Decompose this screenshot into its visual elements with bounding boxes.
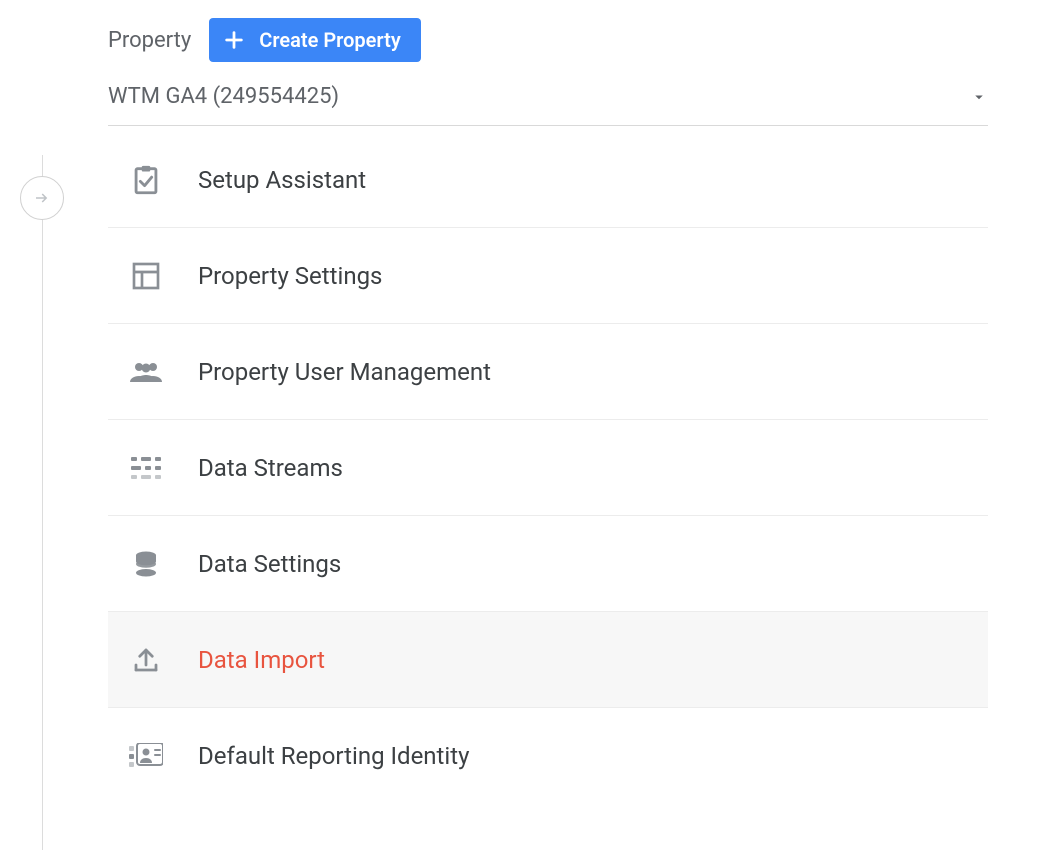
nav-item-default-reporting-identity[interactable]: Default Reporting Identity <box>108 708 988 804</box>
flow-icon <box>126 448 166 488</box>
arrow-right-icon <box>33 189 51 207</box>
chevron-down-icon <box>970 88 988 106</box>
expand-rail-button[interactable] <box>20 176 64 220</box>
clipboard-check-icon <box>126 160 166 200</box>
property-section-label: Property <box>108 28 191 53</box>
property-nav-list: Setup Assistant Property Settings Proper… <box>108 132 988 804</box>
nav-item-property-user-management[interactable]: Property User Management <box>108 324 988 420</box>
property-header: Property Create Property <box>108 18 988 62</box>
nav-item-data-settings[interactable]: Data Settings <box>108 516 988 612</box>
identity-icon <box>126 736 166 776</box>
nav-item-data-import[interactable]: Data Import <box>108 612 988 708</box>
grid-icon <box>126 256 166 296</box>
upload-icon <box>126 640 166 680</box>
nav-item-label: Setup Assistant <box>198 166 366 194</box>
nav-item-label: Data Streams <box>198 454 343 482</box>
nav-item-label: Data Import <box>198 646 325 674</box>
database-icon <box>126 544 166 584</box>
property-panel: Property Create Property WTM GA4 (249554… <box>108 18 988 804</box>
nav-item-label: Data Settings <box>198 550 341 578</box>
create-property-label: Create Property <box>259 28 400 52</box>
nav-item-label: Default Reporting Identity <box>198 742 469 770</box>
nav-item-property-settings[interactable]: Property Settings <box>108 228 988 324</box>
nav-item-label: Property Settings <box>198 262 382 290</box>
plus-icon <box>223 29 245 51</box>
nav-item-data-streams[interactable]: Data Streams <box>108 420 988 516</box>
users-icon <box>126 352 166 392</box>
nav-item-setup-assistant[interactable]: Setup Assistant <box>108 132 988 228</box>
create-property-button[interactable]: Create Property <box>209 18 420 62</box>
selected-property-name: WTM GA4 (249554425) <box>108 84 339 109</box>
property-selector[interactable]: WTM GA4 (249554425) <box>108 84 988 126</box>
nav-item-label: Property User Management <box>198 358 491 386</box>
left-rail-line <box>42 155 43 850</box>
